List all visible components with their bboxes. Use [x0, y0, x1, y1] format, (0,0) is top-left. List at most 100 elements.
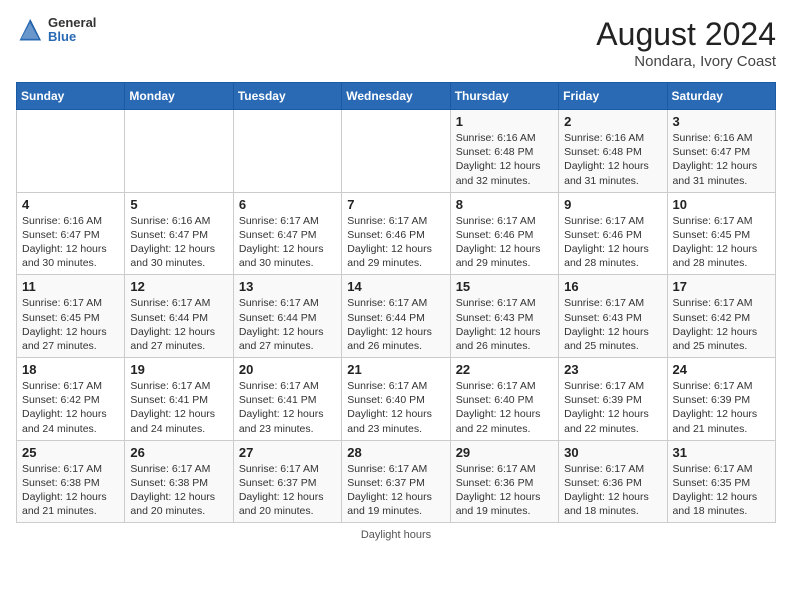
month-year: August 2024: [596, 16, 776, 53]
calendar-cell: 23Sunrise: 6:17 AM Sunset: 6:39 PM Dayli…: [559, 358, 667, 441]
cell-text: Sunrise: 6:16 AM Sunset: 6:47 PM Dayligh…: [673, 131, 770, 188]
cell-text: Sunrise: 6:17 AM Sunset: 6:36 PM Dayligh…: [564, 462, 661, 519]
header-saturday: Saturday: [667, 83, 775, 110]
calendar-cell: 24Sunrise: 6:17 AM Sunset: 6:39 PM Dayli…: [667, 358, 775, 441]
day-number: 20: [239, 362, 336, 377]
cell-text: Sunrise: 6:17 AM Sunset: 6:45 PM Dayligh…: [22, 296, 119, 353]
calendar-cell: 8 Sunrise: 6:17 AM Sunset: 6:46 PM Daylig…: [450, 192, 558, 275]
calendar-cell: 25 Sunrise: 6:17 AM Sunset: 6:38 PM Dayli…: [17, 440, 125, 523]
day-number: 1: [456, 114, 553, 129]
calendar-week-2: 4Sunrise: 6:16 AM Sunset: 6:47 PM Daylig…: [17, 192, 776, 275]
day-number: 9: [564, 197, 661, 212]
day-number: 28: [347, 445, 444, 460]
day-number: 3: [673, 114, 770, 129]
calendar-cell: 17 Sunrise: 6:17 AM Sunset: 6:42 PM Dayli…: [667, 275, 775, 358]
day-number: 11: [22, 279, 119, 294]
calendar-cell: 30 Sunrise: 6:17 AM Sunset: 6:36 PM Dayli…: [559, 440, 667, 523]
cell-text: Sunrise: 6:17 AM Sunset: 6:43 PM Dayligh…: [564, 296, 661, 353]
cell-text: Sunrise: 6:17 AM Sunset: 6:44 PM Dayligh…: [239, 296, 336, 353]
calendar-cell: 2Sunrise: 6:16 AM Sunset: 6:48 PM Daylig…: [559, 110, 667, 193]
location: Nondara, Ivory Coast: [596, 53, 776, 70]
page-header: General Blue August 2024 Nondara, Ivory …: [16, 16, 776, 70]
day-number: 31: [673, 445, 770, 460]
logo-icon: [16, 16, 44, 44]
calendar-cell: 13Sunrise: 6:17 AM Sunset: 6:44 PM Dayli…: [233, 275, 341, 358]
cell-text: Sunrise: 6:17 AM Sunset: 6:46 PM Dayligh…: [456, 214, 553, 271]
header-thursday: Thursday: [450, 83, 558, 110]
calendar-table: SundayMondayTuesdayWednesdayThursdayFrid…: [16, 82, 776, 523]
cell-text: Sunrise: 6:17 AM Sunset: 6:39 PM Dayligh…: [673, 379, 770, 436]
cell-text: Sunrise: 6:17 AM Sunset: 6:44 PM Dayligh…: [347, 296, 444, 353]
calendar-cell: [125, 110, 233, 193]
header-monday: Monday: [125, 83, 233, 110]
calendar-week-1: 1 Sunrise: 6:16 AM Sunset: 6:48 PM Daylig…: [17, 110, 776, 193]
day-number: 26: [130, 445, 227, 460]
calendar-cell: 10 Sunrise: 6:17 AM Sunset: 6:45 PM Dayli…: [667, 192, 775, 275]
calendar-cell: 1 Sunrise: 6:16 AM Sunset: 6:48 PM Daylig…: [450, 110, 558, 193]
calendar-cell: 18 Sunrise: 6:17 AM Sunset: 6:42 PM Dayli…: [17, 358, 125, 441]
calendar-cell: 19Sunrise: 6:17 AM Sunset: 6:41 PM Dayli…: [125, 358, 233, 441]
day-number: 30: [564, 445, 661, 460]
calendar-cell: 5 Sunrise: 6:16 AM Sunset: 6:47 PM Daylig…: [125, 192, 233, 275]
cell-text: Sunrise: 6:17 AM Sunset: 6:47 PM Dayligh…: [239, 214, 336, 271]
calendar-cell: 27Sunrise: 6:17 AM Sunset: 6:37 PM Dayli…: [233, 440, 341, 523]
calendar-cell: 6 Sunrise: 6:17 AM Sunset: 6:47 PM Daylig…: [233, 192, 341, 275]
cell-text: Sunrise: 6:17 AM Sunset: 6:35 PM Dayligh…: [673, 462, 770, 519]
calendar-cell: 4Sunrise: 6:16 AM Sunset: 6:47 PM Daylig…: [17, 192, 125, 275]
cell-text: Sunrise: 6:17 AM Sunset: 6:38 PM Dayligh…: [130, 462, 227, 519]
header-tuesday: Tuesday: [233, 83, 341, 110]
day-number: 22: [456, 362, 553, 377]
day-number: 18: [22, 362, 119, 377]
logo-blue: Blue: [48, 30, 96, 44]
day-number: 7: [347, 197, 444, 212]
calendar-cell: 16 Sunrise: 6:17 AM Sunset: 6:43 PM Dayli…: [559, 275, 667, 358]
logo-general: General: [48, 16, 96, 30]
header-wednesday: Wednesday: [342, 83, 450, 110]
cell-text: Sunrise: 6:17 AM Sunset: 6:44 PM Dayligh…: [130, 296, 227, 353]
calendar-cell: 15 Sunrise: 6:17 AM Sunset: 6:43 PM Dayli…: [450, 275, 558, 358]
cell-text: Sunrise: 6:17 AM Sunset: 6:38 PM Dayligh…: [22, 462, 119, 519]
cell-text: Sunrise: 6:17 AM Sunset: 6:43 PM Dayligh…: [456, 296, 553, 353]
calendar-cell: 14 Sunrise: 6:17 AM Sunset: 6:44 PM Dayli…: [342, 275, 450, 358]
calendar-cell: [17, 110, 125, 193]
header-sunday: Sunday: [17, 83, 125, 110]
day-number: 27: [239, 445, 336, 460]
daylight-label: Daylight hours: [16, 529, 776, 541]
day-number: 10: [673, 197, 770, 212]
cell-text: Sunrise: 6:17 AM Sunset: 6:42 PM Dayligh…: [22, 379, 119, 436]
calendar-cell: 3 Sunrise: 6:16 AM Sunset: 6:47 PM Daylig…: [667, 110, 775, 193]
logo: General Blue: [16, 16, 96, 45]
calendar-cell: 21 Sunrise: 6:17 AM Sunset: 6:40 PM Dayli…: [342, 358, 450, 441]
cell-text: Sunrise: 6:16 AM Sunset: 6:47 PM Dayligh…: [130, 214, 227, 271]
cell-text: Sunrise: 6:17 AM Sunset: 6:42 PM Dayligh…: [673, 296, 770, 353]
calendar-week-4: 18 Sunrise: 6:17 AM Sunset: 6:42 PM Dayli…: [17, 358, 776, 441]
day-number: 2: [564, 114, 661, 129]
cell-text: Sunrise: 6:17 AM Sunset: 6:40 PM Dayligh…: [347, 379, 444, 436]
day-number: 17: [673, 279, 770, 294]
day-number: 15: [456, 279, 553, 294]
cell-text: Sunrise: 6:16 AM Sunset: 6:48 PM Dayligh…: [456, 131, 553, 188]
day-number: 25: [22, 445, 119, 460]
cell-text: Sunrise: 6:17 AM Sunset: 6:46 PM Dayligh…: [564, 214, 661, 271]
cell-text: Sunrise: 6:17 AM Sunset: 6:36 PM Dayligh…: [456, 462, 553, 519]
logo-text: General Blue: [48, 16, 96, 45]
cell-text: Sunrise: 6:17 AM Sunset: 6:46 PM Dayligh…: [347, 214, 444, 271]
calendar-cell: 26 Sunrise: 6:17 AM Sunset: 6:38 PM Dayli…: [125, 440, 233, 523]
cell-text: Sunrise: 6:17 AM Sunset: 6:45 PM Dayligh…: [673, 214, 770, 271]
day-number: 6: [239, 197, 336, 212]
cell-text: Sunrise: 6:17 AM Sunset: 6:37 PM Dayligh…: [347, 462, 444, 519]
day-number: 16: [564, 279, 661, 294]
cell-text: Sunrise: 6:17 AM Sunset: 6:41 PM Dayligh…: [239, 379, 336, 436]
calendar-cell: [233, 110, 341, 193]
calendar-cell: 20 Sunrise: 6:17 AM Sunset: 6:41 PM Dayli…: [233, 358, 341, 441]
day-number: 14: [347, 279, 444, 294]
day-number: 29: [456, 445, 553, 460]
calendar-cell: 29 Sunrise: 6:17 AM Sunset: 6:36 PM Dayli…: [450, 440, 558, 523]
day-number: 8: [456, 197, 553, 212]
calendar-cell: 9 Sunrise: 6:17 AM Sunset: 6:46 PM Daylig…: [559, 192, 667, 275]
calendar-header-row: SundayMondayTuesdayWednesdayThursdayFrid…: [17, 83, 776, 110]
day-number: 21: [347, 362, 444, 377]
cell-text: Sunrise: 6:17 AM Sunset: 6:39 PM Dayligh…: [564, 379, 661, 436]
day-number: 5: [130, 197, 227, 212]
cell-text: Sunrise: 6:17 AM Sunset: 6:41 PM Dayligh…: [130, 379, 227, 436]
